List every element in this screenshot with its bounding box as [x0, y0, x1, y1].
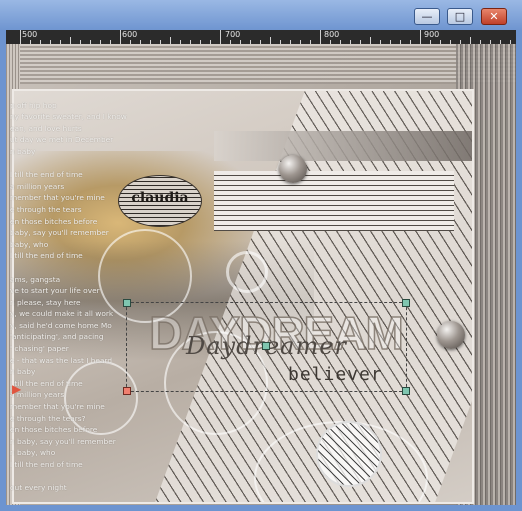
lyric-line: en those bitches before	[10, 425, 98, 435]
lyric-line: baby, who	[10, 239, 49, 249]
ruler-label-900: 900	[424, 30, 440, 39]
maximize-icon: □	[454, 10, 466, 23]
horizontal-gradient-band	[214, 131, 472, 161]
lyric-line: baby, say you'll remember	[10, 228, 109, 238]
ruler-tick	[70, 37, 71, 44]
ruler-tick	[420, 30, 421, 44]
horizontal-ruler: 500 600 700 800 900	[6, 30, 516, 44]
resize-handle-top-right[interactable]	[402, 299, 410, 307]
lyric-line: out every night	[10, 483, 67, 493]
ruler-label-500: 500	[22, 30, 38, 39]
lyric-line: ean, and love hurts	[10, 123, 82, 133]
ruler-tick	[320, 30, 321, 44]
lyric-line: p off hip hop	[10, 100, 57, 110]
lyric-line	[10, 262, 150, 274]
pearl-bead	[437, 321, 465, 349]
lyric-line	[10, 158, 150, 170]
minimize-button[interactable]: —	[414, 8, 440, 25]
lyric-line: l till the end of time	[10, 170, 83, 180]
ruler-tick	[220, 30, 221, 44]
ruler-tick	[270, 37, 271, 44]
ruler-tick	[20, 30, 21, 44]
top-stripe-pattern	[6, 44, 516, 84]
app-window: — □ ✕ 500 600 700 800 900 p off hip hop …	[0, 0, 522, 511]
lyrics-text-block: p off hip hop ny favorite sweater, and I …	[10, 88, 150, 494]
pivot-arrow-icon[interactable]: ▶	[12, 382, 21, 396]
title-bar: — □ ✕	[0, 0, 522, 30]
lyric-line: ve to start your life over	[10, 286, 100, 296]
minimize-icon: —	[421, 10, 433, 23]
ruler-label-600: 600	[122, 30, 138, 39]
lyric-line: ut day we met in December	[10, 135, 114, 145]
ruler-tick	[120, 30, 121, 44]
ruler-label-700: 700	[225, 30, 241, 39]
lyric-line	[10, 88, 150, 100]
lyric-line: n baby, who	[10, 448, 56, 458]
badge-text: claudia	[131, 190, 189, 206]
lyric-line: ams, gangsta	[10, 274, 61, 284]
ruler-label-800: 800	[324, 30, 340, 39]
maximize-button[interactable]: □	[447, 8, 473, 25]
hatched-circle	[316, 421, 382, 487]
resize-handle-bottom-right[interactable]	[402, 387, 410, 395]
lyric-line: n baby	[10, 146, 36, 156]
lyric-line: member that you're mine	[10, 402, 105, 412]
claudia-badge: claudia	[118, 175, 202, 227]
ruler-tick	[370, 37, 371, 44]
ring-decoration	[226, 251, 268, 293]
horizontal-stripe-panel	[214, 171, 454, 231]
lyric-line: ny favorite sweater, and I know	[10, 112, 127, 122]
lyric-line: e through the tears?	[10, 413, 86, 423]
lyric-line: l till the end of time	[10, 251, 83, 261]
lyric-line: l till the end of time	[10, 460, 83, 469]
resize-handle-top-left[interactable]	[123, 299, 131, 307]
image-canvas[interactable]: p off hip hop ny favorite sweater, and I …	[6, 44, 516, 505]
resize-handle-bottom-left[interactable]	[123, 387, 131, 395]
close-icon: ✕	[489, 10, 499, 23]
ruler-tick	[470, 37, 471, 44]
lyric-line	[10, 471, 150, 483]
close-button[interactable]: ✕	[481, 8, 507, 25]
rotate-handle-center[interactable]	[262, 342, 270, 350]
pearl-bead	[279, 155, 307, 183]
lyric-line: n baby, say you'll remember	[10, 436, 116, 446]
ruler-tick	[170, 37, 171, 44]
